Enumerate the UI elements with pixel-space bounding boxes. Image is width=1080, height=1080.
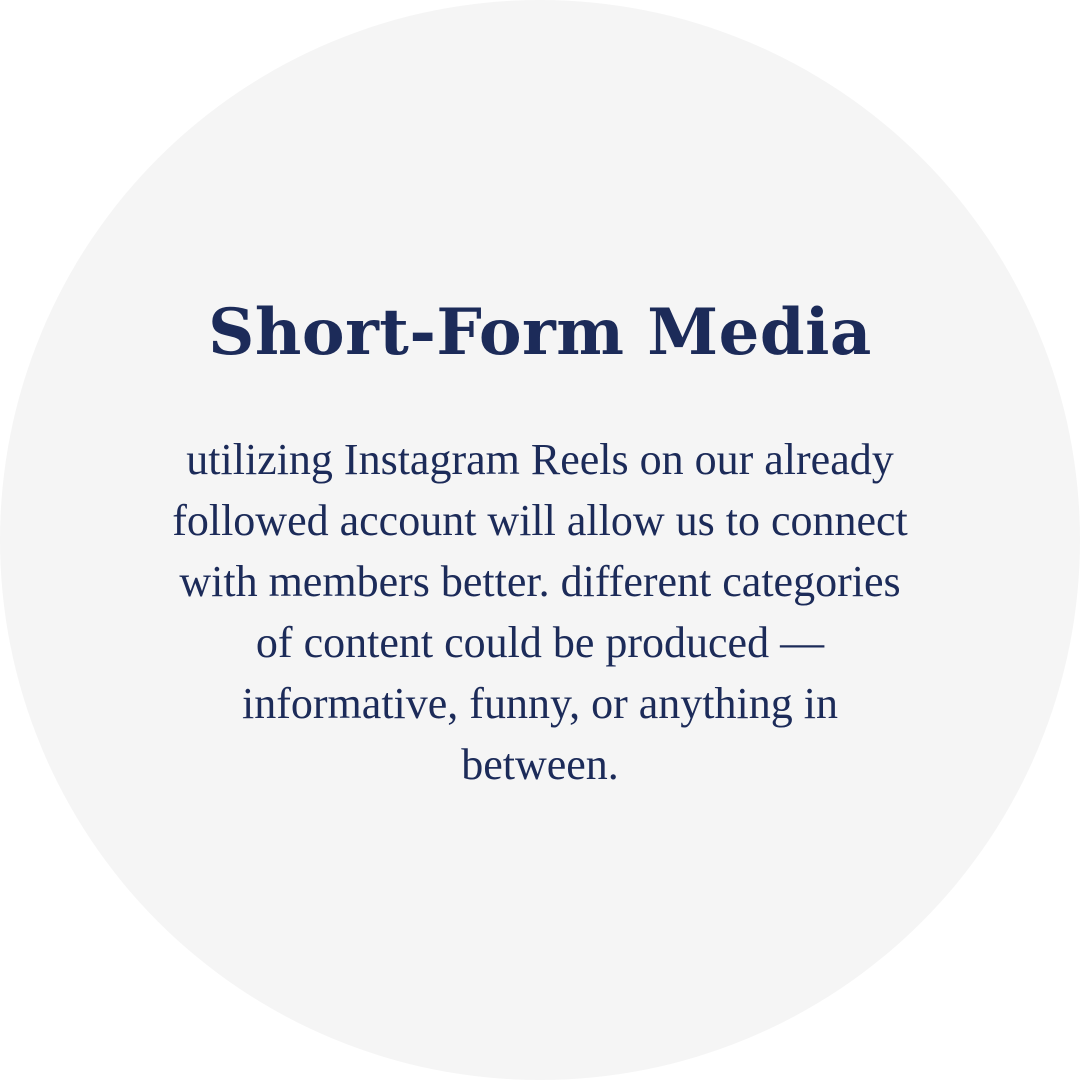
slide-body-text: utilizing Instagram Reels on our already…	[100, 429, 980, 795]
body-line: followed account will allow us to connec…	[172, 496, 908, 545]
slide-canvas: Short-Form Media utilizing Instagram Ree…	[0, 0, 1080, 1080]
body-line: informative, funny, or anything in	[242, 679, 838, 728]
body-line: utilizing Instagram Reels on our already	[186, 435, 894, 484]
slide-title: Short-Form Media	[208, 295, 872, 370]
body-line: between.	[461, 740, 619, 789]
body-line: with members better. different categorie…	[179, 557, 901, 606]
body-line: of content could be produced —	[255, 618, 825, 667]
